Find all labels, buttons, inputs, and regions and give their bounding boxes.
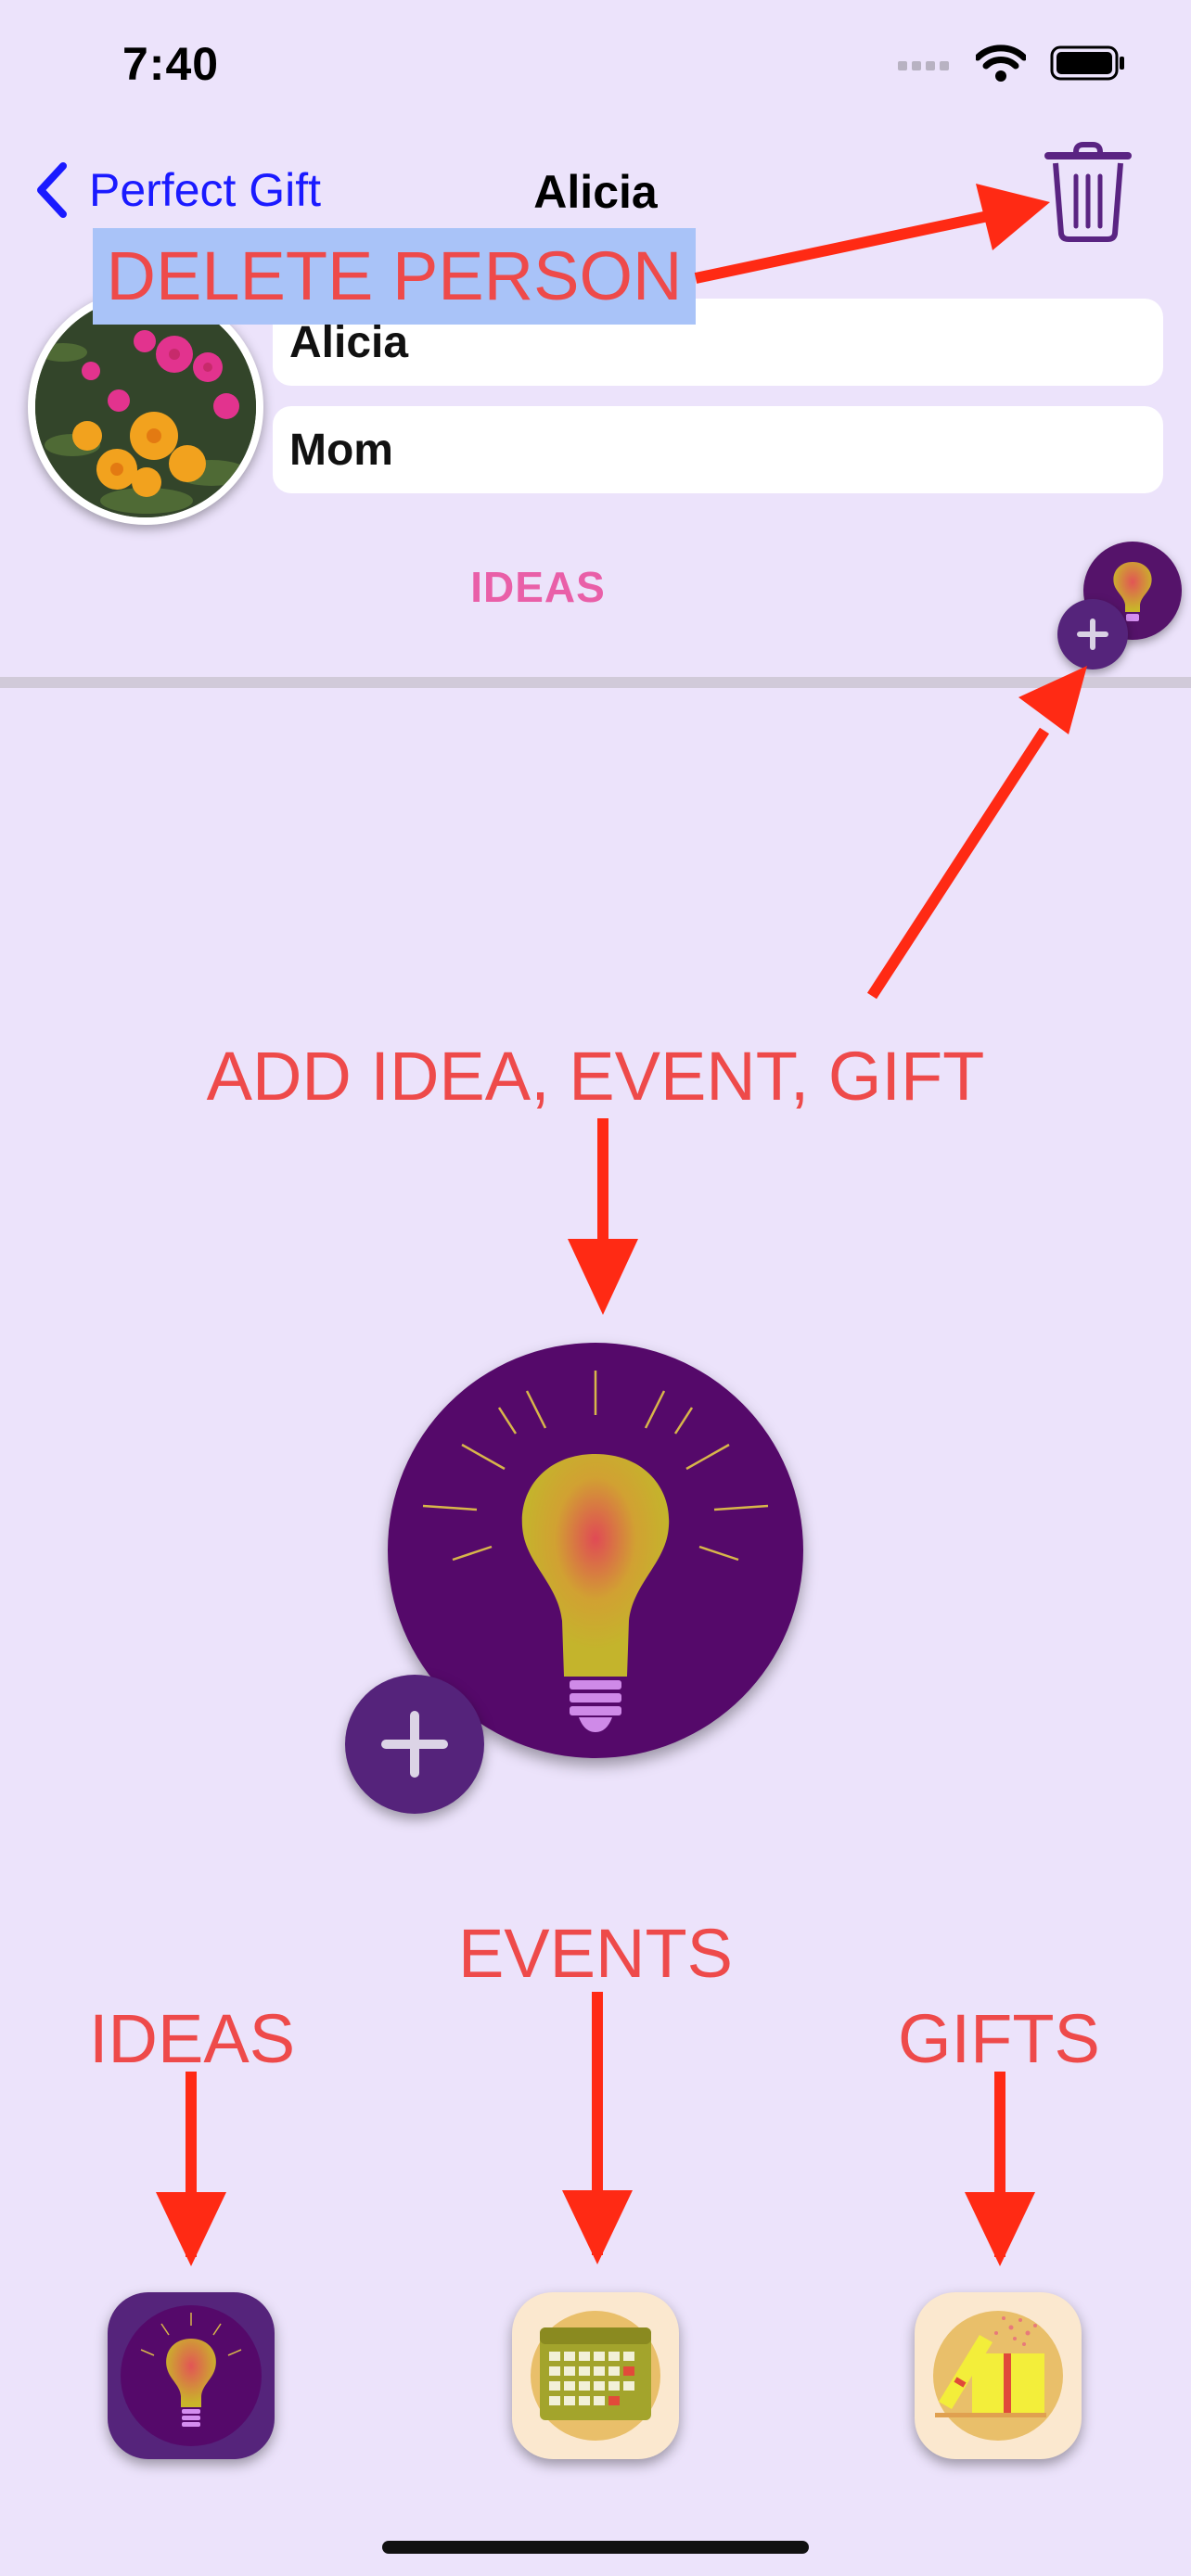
arrow-to-large-add [568, 1118, 638, 1315]
arrow-to-small-add [866, 666, 1087, 1000]
arrow-to-tab-gifts [965, 2072, 1035, 2266]
annotation-arrows [156, 184, 1087, 2266]
home-indicator [382, 2541, 809, 2554]
arrow-to-tab-events [562, 1992, 633, 2264]
arrow-to-trash [694, 184, 1050, 284]
arrow-to-tab-ideas [156, 2072, 226, 2266]
